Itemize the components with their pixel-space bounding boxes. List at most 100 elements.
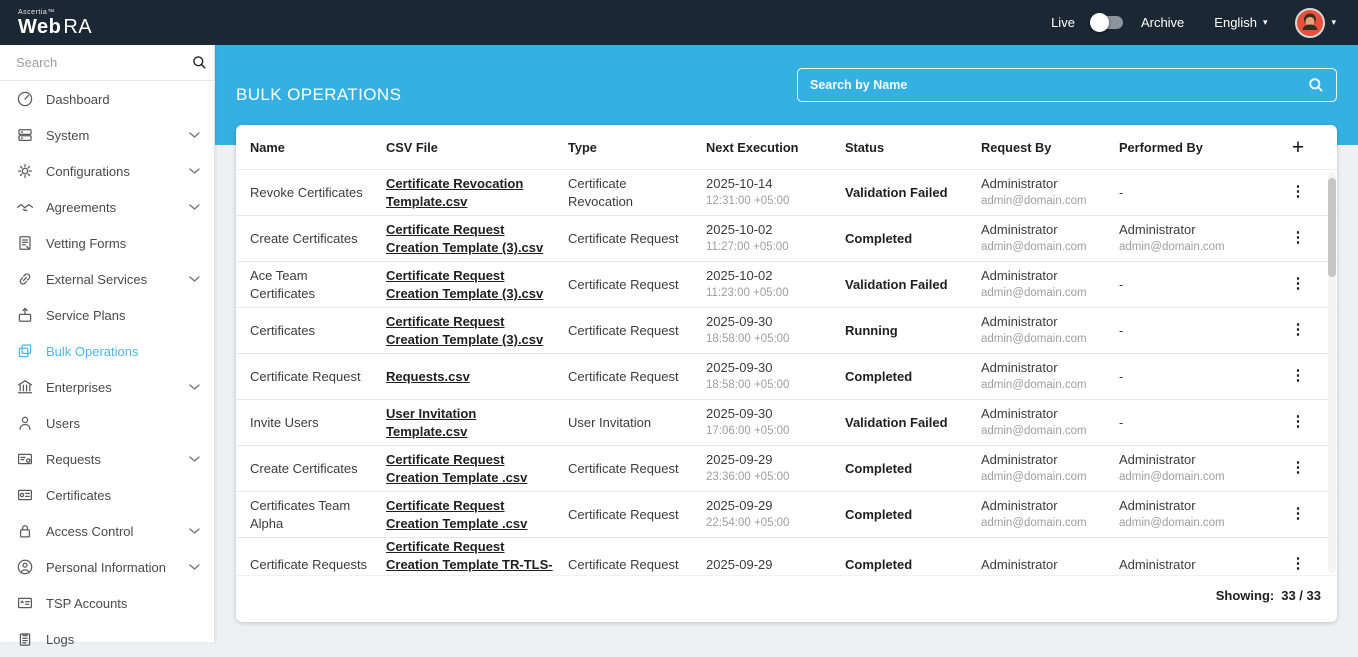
row-status: Validation Failed — [845, 184, 981, 202]
enterprises-bank-icon — [16, 378, 34, 396]
row-next-execution: 2025-10-1412:31:00 +05:00 — [706, 175, 845, 209]
row-name: Invite Users — [236, 414, 386, 432]
kebab-menu-icon[interactable]: ⋮ — [1281, 505, 1316, 522]
toggle-knob[interactable] — [1090, 13, 1109, 32]
sidebar-item-dashboard[interactable]: Dashboard — [0, 81, 214, 117]
avatar[interactable] — [1295, 8, 1325, 38]
row-request-by: Administratoradmin@domain.com — [981, 175, 1119, 209]
kebab-menu-icon[interactable]: ⋮ — [1281, 413, 1316, 430]
chevron-down-icon — [189, 132, 200, 139]
sidebar-item-agreements[interactable]: Agreements — [0, 189, 214, 225]
chevron-down-icon — [189, 456, 200, 463]
table-row: Certificate Requests Certificate Request… — [236, 538, 1337, 575]
row-csv-file: User Invitation Template.csv — [386, 405, 568, 440]
column-header-name: Name — [236, 140, 386, 155]
service-plans-icon — [16, 306, 34, 324]
row-status: Running — [845, 322, 981, 340]
row-performed-by: - — [1119, 322, 1259, 340]
kebab-menu-icon[interactable]: ⋮ — [1281, 321, 1316, 338]
row-csv-file: Certificate Request Creation Template .c… — [386, 497, 568, 532]
kebab-menu-icon[interactable]: ⋮ — [1281, 229, 1316, 246]
row-type: Certificate Request — [568, 230, 706, 248]
sidebar-item-personal-information[interactable]: Personal Information — [0, 549, 214, 585]
csv-file-link[interactable]: Certificate Request Creation Template (3… — [386, 267, 558, 302]
row-name: Certificates Team Alpha — [236, 497, 386, 532]
sidebar-item-external-services[interactable]: External Services — [0, 261, 214, 297]
live-archive-toggle[interactable] — [1093, 16, 1123, 29]
sidebar-item-configurations[interactable]: Configurations — [0, 153, 214, 189]
archive-label: Archive — [1141, 15, 1184, 30]
row-status: Completed — [845, 556, 981, 574]
kebab-menu-icon[interactable]: ⋮ — [1281, 459, 1316, 476]
row-request-by: Administratoradmin@domain.com — [981, 451, 1119, 485]
row-name: Certificates — [236, 322, 386, 340]
search-by-name-input[interactable] — [810, 78, 1308, 92]
topbar-right: Live Archive English ▾ ▾ — [1051, 8, 1358, 38]
sidebar-item-users[interactable]: Users — [0, 405, 214, 441]
language-dropdown[interactable]: English ▾ — [1214, 15, 1267, 30]
external-services-link-icon — [16, 270, 34, 288]
row-performed-by: Administratoradmin@domain.com — [1119, 221, 1259, 255]
column-header-performed-by: Performed By — [1119, 140, 1259, 155]
sidebar-item-requests[interactable]: Requests — [0, 441, 214, 477]
sidebar-item-access-control[interactable]: Access Control — [0, 513, 214, 549]
row-request-by: Administratoradmin@domain.com — [981, 405, 1119, 439]
row-actions: ⋮ — [1281, 274, 1316, 294]
sidebar-item-certificates[interactable]: Certificates — [0, 477, 214, 513]
row-name: Ace Team Certificates — [236, 267, 386, 302]
csv-file-link[interactable]: Certificate Request Creation Template (3… — [386, 221, 558, 256]
csv-file-link[interactable]: Certificate Request Creation Template .c… — [386, 451, 558, 486]
row-actions: ⋮ — [1281, 366, 1316, 386]
sidebar-search-input[interactable] — [16, 55, 192, 70]
row-performed-by: - — [1119, 184, 1259, 202]
sidebar-item-tsp-accounts[interactable]: TSP Accounts — [0, 585, 214, 621]
row-actions: ⋮ — [1281, 320, 1316, 340]
table-row: Invite Users User Invitation Template.cs… — [236, 400, 1337, 446]
search-icon[interactable] — [192, 55, 207, 70]
csv-file-link[interactable]: Certificate Request Creation Template (3… — [386, 313, 558, 348]
showing-value: 33 / 33 — [1281, 588, 1321, 603]
csv-file-link[interactable]: User Invitation Template.csv — [386, 405, 558, 440]
table-header-row: NameCSV FileTypeNext ExecutionStatusRequ… — [236, 125, 1337, 170]
column-header-next-execution: Next Execution — [706, 140, 845, 155]
table-footer: Showing: 33 / 33 — [236, 575, 1337, 622]
bulk-operations-icon — [16, 342, 34, 360]
table-scrollbar-thumb[interactable] — [1328, 178, 1336, 277]
sidebar-item-bulk-operations[interactable]: Bulk Operations — [0, 333, 214, 369]
main-content: BULK OPERATIONS NameCSV FileTypeNext Exe… — [215, 45, 1358, 642]
kebab-menu-icon[interactable]: ⋮ — [1281, 555, 1316, 572]
table-scrollbar-track[interactable] — [1328, 172, 1336, 573]
row-next-execution: 2025-09-2922:54:00 +05:00 — [706, 497, 845, 531]
sidebar-item-vetting-forms[interactable]: Vetting Forms — [0, 225, 214, 261]
csv-file-link[interactable]: Certificate Request Creation Template .c… — [386, 497, 558, 532]
row-performed-by: - — [1119, 414, 1259, 432]
row-next-execution: 2025-10-0211:27:00 +05:00 — [706, 221, 845, 255]
add-bulk-operation-button[interactable]: + — [1286, 137, 1310, 158]
live-label: Live — [1051, 15, 1075, 30]
sidebar-item-system[interactable]: System — [0, 117, 214, 153]
row-name: Certificate Requests — [236, 556, 386, 574]
row-request-by: Administratoradmin@domain.com — [981, 221, 1119, 255]
row-status: Completed — [845, 460, 981, 478]
row-request-by: Administratoradmin@domain.com — [981, 267, 1119, 301]
sidebar-item-service-plans[interactable]: Service Plans — [0, 297, 214, 333]
csv-file-link[interactable]: Certificate Revocation Template.csv — [386, 175, 558, 210]
row-name: Create Certificates — [236, 460, 386, 478]
csv-file-link[interactable]: Certificate Request Creation Template TR… — [386, 538, 558, 575]
certificates-icon — [16, 486, 34, 504]
column-header-status: Status — [845, 140, 981, 155]
brand-logo[interactable]: Ascertia™ WebRA — [0, 9, 92, 37]
row-request-by: Administratoradmin@domain.com — [981, 497, 1119, 531]
kebab-menu-icon[interactable]: ⋮ — [1281, 183, 1316, 200]
row-type: Certificate Request — [568, 368, 706, 386]
row-csv-file: Certificate Revocation Template.csv — [386, 175, 568, 210]
csv-file-link[interactable]: Requests.csv — [386, 368, 470, 386]
kebab-menu-icon[interactable]: ⋮ — [1281, 275, 1316, 292]
row-name: Revoke Certificates — [236, 184, 386, 202]
sidebar-item-enterprises[interactable]: Enterprises — [0, 369, 214, 405]
search-icon[interactable] — [1308, 77, 1324, 93]
row-actions: ⋮ — [1281, 504, 1316, 524]
user-menu[interactable]: ▾ — [1295, 8, 1336, 38]
sidebar-item-logs[interactable]: Logs — [0, 621, 214, 657]
kebab-menu-icon[interactable]: ⋮ — [1281, 367, 1316, 384]
